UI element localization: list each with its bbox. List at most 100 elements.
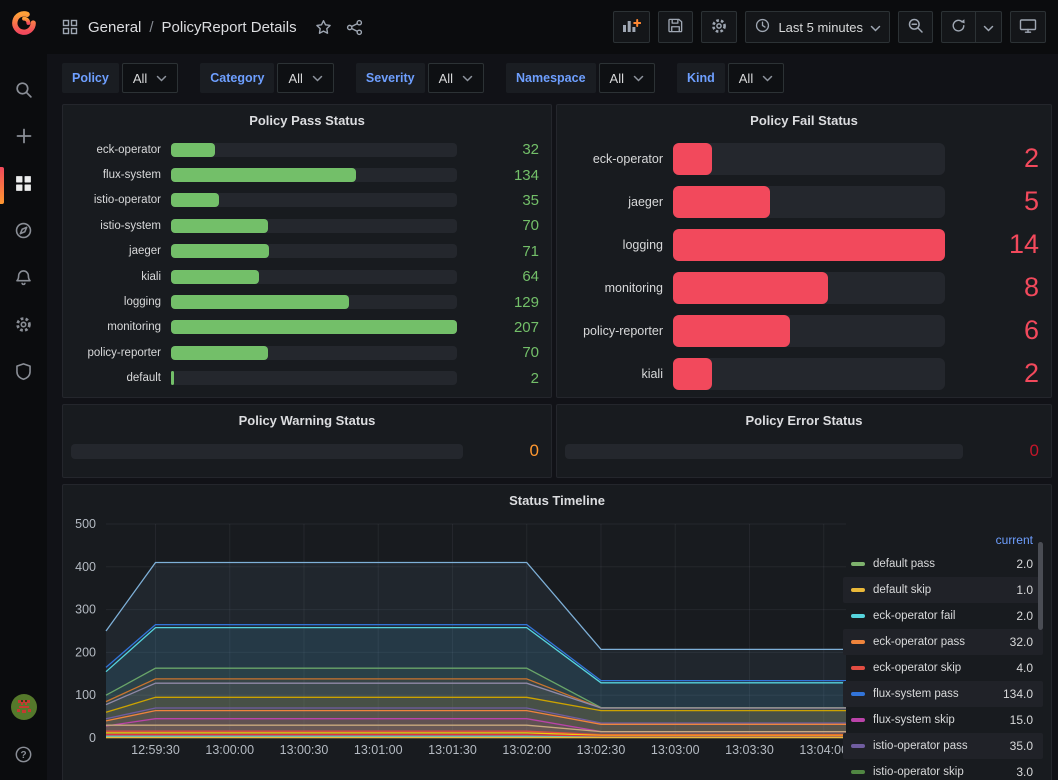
refresh-button-group [941, 11, 1002, 43]
panel-title[interactable]: Policy Fail Status [557, 105, 1051, 135]
legend-header-current[interactable]: current [843, 529, 1043, 551]
series-current-value: 134.0 [1003, 687, 1033, 701]
gauge-bar [171, 168, 356, 182]
refresh-icon [950, 17, 967, 37]
gauge-track [673, 143, 945, 175]
gauge-value: 2 [955, 143, 1039, 174]
svg-text:12:59:30: 12:59:30 [131, 743, 180, 757]
gauge-bar [171, 320, 457, 334]
gauge-value: 134 [467, 167, 539, 184]
gauge-row: eck-operator 32 [73, 137, 539, 162]
gauge-label: kiali [567, 367, 663, 381]
time-range-picker[interactable]: Last 5 minutes [745, 11, 890, 43]
monitor-tv-icon [1019, 17, 1037, 38]
shield-icon [14, 362, 33, 386]
user-avatar[interactable] [0, 686, 47, 733]
filter-label[interactable]: Category [200, 63, 274, 93]
sidebar-item-create[interactable] [0, 115, 47, 162]
panel-title[interactable]: Policy Pass Status [63, 105, 551, 135]
sidebar-item-explore[interactable] [0, 209, 47, 256]
legend-item[interactable]: flux-system skip 15.0 [843, 707, 1043, 733]
filter-value-dropdown[interactable]: All [122, 63, 178, 93]
series-color-swatch [851, 562, 865, 566]
sidebar-item-server-admin[interactable] [0, 350, 47, 397]
legend-item[interactable]: flux-system pass 134.0 [843, 681, 1043, 707]
template-variables: Policy All Category All Severity All Nam… [62, 63, 784, 93]
zoom-out-icon [907, 17, 924, 37]
filter-value-dropdown[interactable]: All [277, 63, 333, 93]
svg-text:13:02:30: 13:02:30 [577, 743, 626, 757]
filter-value-dropdown[interactable]: All [599, 63, 655, 93]
filter-label[interactable]: Severity [356, 63, 425, 93]
dashboard-settings-button[interactable] [701, 11, 737, 43]
breadcrumb-page[interactable]: PolicyReport Details [162, 19, 297, 36]
gauge-track [673, 358, 945, 390]
kiosk-mode-button[interactable] [1010, 11, 1046, 43]
series-color-swatch [851, 718, 865, 722]
svg-text:13:01:30: 13:01:30 [428, 743, 477, 757]
svg-text:100: 100 [75, 688, 96, 702]
legend-item[interactable]: istio-operator skip 3.0 [843, 759, 1043, 780]
legend-item[interactable]: eck-operator fail 2.0 [843, 603, 1043, 629]
legend-item[interactable]: istio-operator pass 35.0 [843, 733, 1043, 759]
gauge-value: 64 [467, 268, 539, 285]
gauge-label: istio-operator [73, 194, 161, 206]
legend-item[interactable]: default pass 2.0 [843, 551, 1043, 577]
filter-label[interactable]: Policy [62, 63, 119, 93]
sidebar-item-dashboards[interactable] [0, 162, 47, 209]
status-timeline-chart[interactable]: 010020030040050012:59:3013:00:0013:00:30… [51, 517, 851, 763]
series-color-swatch [851, 692, 865, 696]
legend-scrollbar[interactable] [1038, 542, 1043, 630]
filter-label[interactable]: Namespace [506, 63, 596, 93]
refresh-button[interactable] [941, 11, 976, 43]
grafana-logo[interactable] [0, 0, 47, 46]
sidebar-item-help[interactable]: ? [0, 733, 47, 780]
series-name: default pass [873, 558, 1008, 570]
filter-label[interactable]: Kind [677, 63, 725, 93]
panel-title[interactable]: Policy Error Status [557, 405, 1051, 435]
panel-title[interactable]: Status Timeline [63, 485, 1051, 515]
add-panel-button[interactable] [613, 11, 650, 43]
sidebar: ? [0, 0, 47, 780]
svg-text:0: 0 [89, 731, 96, 745]
series-current-value: 3.0 [1016, 765, 1033, 779]
filter-value-dropdown[interactable]: All [428, 63, 484, 93]
breadcrumb-section[interactable]: General [88, 19, 141, 36]
filter-namespace: Namespace All [506, 63, 655, 93]
legend-item[interactable]: default skip 1.0 [843, 577, 1043, 603]
share-icon[interactable] [346, 19, 363, 36]
star-icon[interactable] [315, 19, 332, 36]
gauge-value: 35 [467, 192, 539, 209]
gauge-row: eck-operator 2 [567, 137, 1039, 180]
breadcrumb-separator: / [148, 19, 154, 36]
help-question-icon: ? [14, 745, 33, 769]
legend-item[interactable]: eck-operator pass 32.0 [843, 629, 1043, 655]
gauge-track [171, 371, 457, 385]
gauge-label: policy-reporter [567, 324, 663, 338]
gauge-row: logging 14 [567, 223, 1039, 266]
svg-text:?: ? [20, 749, 26, 760]
avatar-image-icon [10, 693, 38, 726]
panel-policy-pass-status: Policy Pass Status eck-operator 32 flux-… [62, 104, 552, 398]
svg-text:13:01:00: 13:01:00 [354, 743, 403, 757]
gauge-label: eck-operator [73, 144, 161, 156]
sidebar-item-alerting[interactable] [0, 256, 47, 303]
gauge-value: 71 [467, 243, 539, 260]
panel-title[interactable]: Policy Warning Status [63, 405, 551, 435]
sidebar-item-search[interactable] [0, 68, 47, 115]
zoom-out-button[interactable] [898, 11, 933, 43]
breadcrumb-actions [315, 19, 363, 36]
gauge-bar [171, 346, 268, 360]
svg-text:500: 500 [75, 517, 96, 531]
save-dashboard-button[interactable] [658, 11, 693, 43]
filter-value-dropdown[interactable]: All [728, 63, 784, 93]
panel-policy-error-status: Policy Error Status 0 [556, 404, 1052, 478]
refresh-interval-dropdown[interactable] [976, 11, 1002, 43]
sidebar-item-configuration[interactable] [0, 303, 47, 350]
timeline-legend: current default pass 2.0 default skip 1.… [843, 529, 1043, 780]
error-gauge-row: 0 [557, 435, 1051, 461]
gauge-row: monitoring 207 [73, 315, 539, 340]
gauge-bar [171, 270, 259, 284]
gauge-track [673, 272, 945, 304]
legend-item[interactable]: eck-operator skip 4.0 [843, 655, 1043, 681]
